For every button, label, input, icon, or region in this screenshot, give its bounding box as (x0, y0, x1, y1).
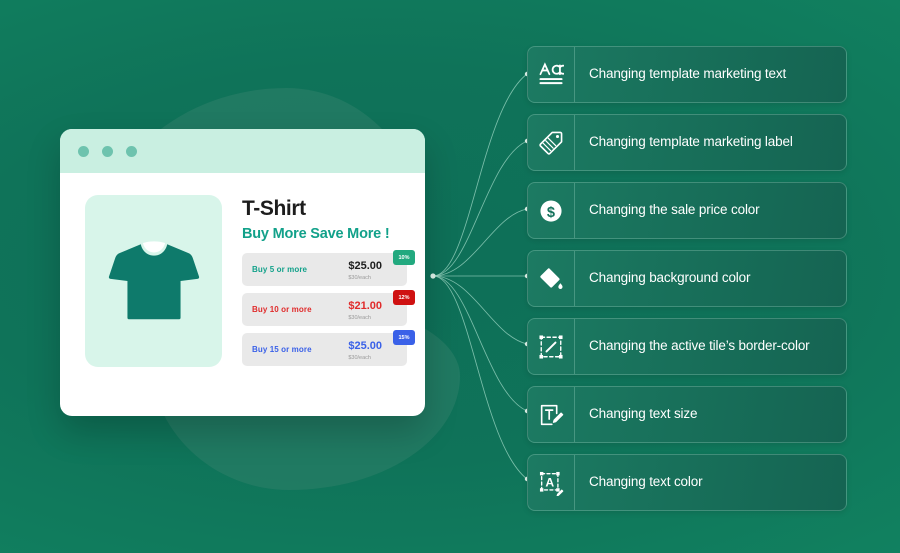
tier-quantity-label: Buy 15 or more (252, 345, 312, 355)
border-edit-icon (528, 319, 575, 374)
feature-card-sale-price-color[interactable]: $ Changing the sale price color (527, 182, 847, 239)
feature-card-marketing-label[interactable]: Changing template marketing label (527, 114, 847, 171)
tier-discount-badge: 15% (393, 330, 415, 346)
tier-unit-price: $30/each (348, 315, 371, 322)
feature-card-background-color[interactable]: Changing background color (527, 250, 847, 307)
product-page: T-Shirt Buy More Save More ! Buy 5 or mo… (60, 173, 425, 367)
tier-price: $25.00 (348, 340, 382, 353)
tier-quantity-label: Buy 5 or more (252, 265, 308, 275)
tier-quantity-label: Buy 10 or more (252, 305, 312, 315)
feature-label: Changing background color (589, 270, 751, 286)
tier-price: $21.00 (348, 300, 382, 313)
product-subtitle: Buy More Save More ! (242, 226, 390, 243)
tier-discount-badge: 10% (393, 250, 415, 266)
window-dot-maximize-icon[interactable] (126, 145, 137, 157)
text-size-edit-icon (528, 387, 575, 442)
feature-label: Changing the sale price color (589, 202, 760, 218)
product-image (85, 195, 222, 367)
window-dot-close-icon[interactable] (78, 145, 89, 157)
tier-price-group: $25.00 $30/each (348, 257, 399, 282)
browser-titlebar (60, 129, 425, 173)
tier-unit-price: $30/each (348, 355, 371, 362)
svg-text:$: $ (547, 204, 555, 220)
product-info: T-Shirt Buy More Save More ! Buy 5 or mo… (242, 195, 415, 367)
paint-bucket-icon (528, 251, 575, 306)
feature-label: Changing template marketing label (589, 134, 793, 150)
tier-price: $25.00 (348, 260, 382, 273)
browser-mockup: T-Shirt Buy More Save More ! Buy 5 or mo… (60, 129, 425, 416)
tier-price-group: $21.00 $30/each (348, 297, 399, 322)
svg-text:A: A (545, 475, 554, 489)
text-color-edit-icon: A (528, 455, 575, 510)
t-shirt-icon (108, 241, 199, 320)
feature-card-marketing-text[interactable]: Changing template marketing text (527, 46, 847, 103)
feature-label: Changing text size (589, 406, 698, 422)
feature-list: Changing template marketing text Changin… (527, 46, 847, 511)
text-format-aa-icon (528, 47, 575, 102)
infographic-stage: T-Shirt Buy More Save More ! Buy 5 or mo… (0, 0, 900, 553)
feature-card-text-size[interactable]: Changing text size (527, 386, 847, 443)
price-tag-icon (528, 115, 575, 170)
pricing-tier-row[interactable]: Buy 15 or more $25.00 $30/each 15% (242, 330, 415, 367)
tier-price-group: $25.00 $30/each (348, 337, 399, 362)
pricing-tier-row[interactable]: Buy 5 or more $25.00 $30/each 10% (242, 250, 415, 287)
feature-card-border-color[interactable]: Changing the active tile’s border-color (527, 318, 847, 375)
dollar-coin-icon: $ (528, 183, 575, 238)
feature-label: Changing template marketing text (589, 66, 787, 82)
feature-card-text-color[interactable]: A Changing text color (527, 454, 847, 511)
pricing-tier-list: Buy 5 or more $25.00 $30/each 10% Buy 10… (242, 250, 415, 367)
feature-label: Changing text color (589, 474, 703, 490)
feature-label: Changing the active tile’s border-color (589, 338, 810, 354)
pricing-tier-row[interactable]: Buy 10 or more $21.00 $30/each 12% (242, 290, 415, 327)
product-title: T-Shirt (242, 197, 306, 220)
tier-discount-badge: 12% (393, 290, 415, 306)
window-dot-minimize-icon[interactable] (102, 145, 113, 157)
tier-unit-price: $30/each (348, 275, 371, 282)
